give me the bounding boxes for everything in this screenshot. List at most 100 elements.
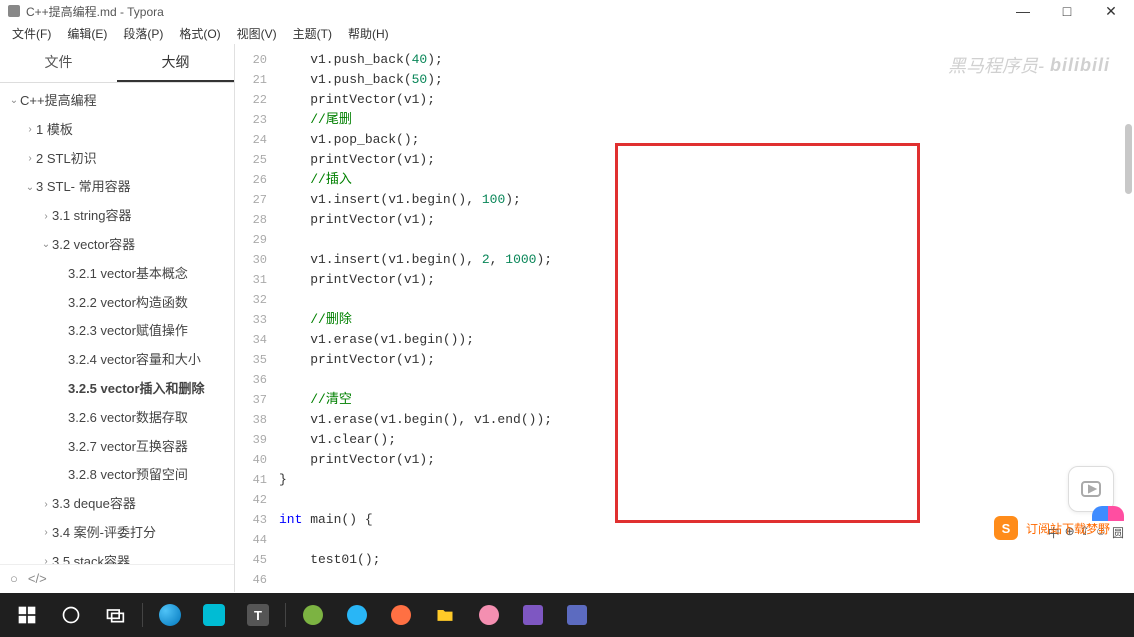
line-number: 21 [235, 70, 279, 90]
line-number: 42 [235, 490, 279, 510]
menu-file[interactable]: 文件(F) [4, 23, 59, 44]
code-line: 38 v1.erase(v1.begin(), v1.end()); [235, 410, 1134, 430]
code-line: 27 v1.insert(v1.begin(), 100); [235, 190, 1134, 210]
outline-label: 3.2.5 vector插入和删除 [68, 379, 205, 400]
code-line: 47 system("pause"); [235, 590, 1134, 592]
outline-item[interactable]: ›2 STL初识 [0, 145, 234, 174]
line-number: 37 [235, 390, 279, 410]
outline-item[interactable]: 3.2.5 vector插入和删除 [0, 375, 234, 404]
chevron-right-icon: › [24, 122, 36, 138]
task-view-icon[interactable] [94, 597, 136, 633]
close-button[interactable]: ✕ [1096, 3, 1126, 20]
menubar: 文件(F) 编辑(E) 段落(P) 格式(O) 视图(V) 主题(T) 帮助(H… [0, 22, 1134, 44]
taskbar-app[interactable] [380, 597, 422, 633]
tray-icon[interactable]: 圆 [1110, 523, 1126, 542]
taskbar-app[interactable] [468, 597, 510, 633]
menu-format[interactable]: 格式(O) [171, 23, 228, 44]
taskbar-app[interactable] [292, 597, 334, 633]
chevron-right-icon: › [40, 525, 52, 541]
outline-item[interactable]: 3.2.7 vector互换容器 [0, 433, 234, 462]
code-line: 34 v1.erase(v1.begin()); [235, 330, 1134, 350]
line-number: 25 [235, 150, 279, 170]
code-text: //删除 [279, 310, 352, 330]
maximize-button[interactable]: □ [1052, 3, 1082, 20]
taskbar-explorer[interactable] [424, 597, 466, 633]
line-number: 34 [235, 330, 279, 350]
line-number: 43 [235, 510, 279, 530]
outline-item[interactable]: ›3.4 案例-评委打分 [0, 519, 234, 548]
taskbar-vs[interactable] [556, 597, 598, 633]
outline-item[interactable]: 3.2.1 vector基本概念 [0, 260, 234, 289]
sidebar-footer: ○ </> [0, 564, 234, 592]
menu-edit[interactable]: 编辑(E) [59, 23, 115, 44]
line-number: 39 [235, 430, 279, 450]
code-text: v1.pop_back(); [279, 130, 419, 150]
outline-label: 3.2.8 vector预留空间 [68, 465, 188, 486]
code-text: v1.erase(v1.begin()); [279, 330, 474, 350]
outline-item[interactable]: ›3.1 string容器 [0, 202, 234, 231]
taskbar-app[interactable] [193, 597, 235, 633]
chevron-down-icon: ⌄ [8, 93, 20, 109]
code-text: } [279, 470, 287, 490]
code-line: 25 printVector(v1); [235, 150, 1134, 170]
outline-label: 3.2.4 vector容量和大小 [68, 350, 201, 371]
code-text: v1.clear(); [279, 430, 396, 450]
outline-item[interactable]: ›3.5 stack容器 [0, 548, 234, 564]
minimize-button[interactable]: — [1008, 3, 1038, 20]
toggle-view-icon[interactable]: ○ [10, 571, 18, 586]
outline-item[interactable]: ›3.3 deque容器 [0, 490, 234, 519]
outline-item[interactable]: ⌄3 STL- 常用容器 [0, 173, 234, 202]
sogou-icon[interactable]: S [994, 516, 1018, 540]
chevron-right-icon: › [40, 497, 52, 513]
code-line: 45 test01(); [235, 550, 1134, 570]
tab-files[interactable]: 文件 [0, 44, 117, 82]
code-text: //清空 [279, 390, 352, 410]
outline-item[interactable]: 3.2.4 vector容量和大小 [0, 346, 234, 375]
code-text: printVector(v1); [279, 350, 435, 370]
overlay-text: 订阅站下载梦野 [1026, 520, 1110, 537]
outline-item[interactable]: ⌄3.2 vector容器 [0, 231, 234, 260]
code-text: int main() { [279, 510, 373, 530]
window-title: C++提高编程.md - Typora [26, 3, 164, 20]
editor-pane: 黑马程序员- bilibili 20 v1.push_back(40);21 v… [235, 44, 1134, 592]
outline-item[interactable]: ›1 模板 [0, 116, 234, 145]
code-line: 30 v1.insert(v1.begin(), 2, 1000); [235, 250, 1134, 270]
taskbar-typora[interactable]: T [237, 597, 279, 633]
outline-item[interactable]: 3.2.6 vector数据存取 [0, 404, 234, 433]
overlay-banner[interactable]: S 订阅站下载梦野 [994, 516, 1110, 540]
code-line: 40 printVector(v1); [235, 450, 1134, 470]
line-number: 20 [235, 50, 279, 70]
line-number: 30 [235, 250, 279, 270]
cortana-icon[interactable] [50, 597, 92, 633]
outline-item[interactable]: 3.2.2 vector构造函数 [0, 289, 234, 318]
outline-item[interactable]: 3.2.3 vector赋值操作 [0, 317, 234, 346]
tab-outline[interactable]: 大纲 [117, 44, 234, 82]
line-number: 40 [235, 450, 279, 470]
chevron-right-icon: › [40, 554, 52, 564]
vertical-scrollbar[interactable] [1125, 124, 1132, 194]
outline-label: 3.2.1 vector基本概念 [68, 264, 188, 285]
start-button[interactable] [6, 597, 48, 633]
taskbar-vs[interactable] [512, 597, 554, 633]
menu-help[interactable]: 帮助(H) [340, 23, 397, 44]
outline-item[interactable]: 3.2.8 vector预留空间 [0, 461, 234, 490]
code-block[interactable]: 20 v1.push_back(40);21 v1.push_back(50);… [235, 44, 1134, 592]
outline-label: 3.2.6 vector数据存取 [68, 408, 188, 429]
outline-label: 3.5 stack容器 [52, 552, 130, 564]
menu-paragraph[interactable]: 段落(P) [115, 23, 171, 44]
taskbar-app[interactable] [149, 597, 191, 633]
line-number: 33 [235, 310, 279, 330]
menu-theme[interactable]: 主题(T) [285, 23, 340, 44]
outline-label: 3 STL- 常用容器 [36, 177, 131, 198]
taskbar-app[interactable] [336, 597, 378, 633]
line-number: 46 [235, 570, 279, 590]
source-code-icon[interactable]: </> [28, 571, 47, 586]
line-number: 27 [235, 190, 279, 210]
menu-view[interactable]: 视图(V) [229, 23, 285, 44]
line-number: 28 [235, 210, 279, 230]
code-line: 24 v1.pop_back(); [235, 130, 1134, 150]
outline-item[interactable]: ⌄C++提高编程 [0, 87, 234, 116]
line-number: 44 [235, 530, 279, 550]
line-number: 38 [235, 410, 279, 430]
code-line: 46 [235, 570, 1134, 590]
